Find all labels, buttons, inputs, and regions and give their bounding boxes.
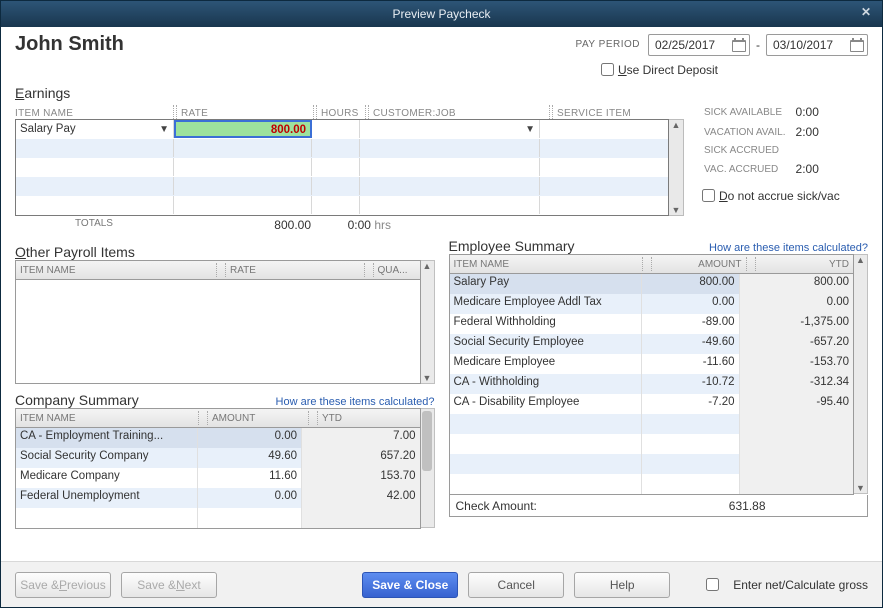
scrollbar-thumb[interactable] bbox=[422, 411, 432, 471]
totals-rate: 800.00 bbox=[173, 218, 311, 232]
table-row: CA - Employment Training...0.007.00 bbox=[16, 428, 420, 448]
earnings-grid[interactable]: Salary Pay▼ 800.00 ▼ bbox=[15, 119, 669, 216]
table-row: Federal Unemployment0.0042.00 bbox=[16, 488, 420, 508]
totals-hours: 0:00 bbox=[348, 218, 371, 232]
totals-label: TOTALS bbox=[15, 218, 173, 232]
balance-info: SICK AVAILABLE0:00 VACATION AVAIL.2:00 S… bbox=[698, 101, 825, 180]
column-resize-grip[interactable] bbox=[313, 105, 317, 119]
table-row: Salary Pay800.00800.00 bbox=[450, 274, 854, 294]
use-direct-deposit-checkbox[interactable] bbox=[601, 63, 614, 76]
col-service: SERVICE ITEM bbox=[557, 108, 684, 119]
table-row: Medicare Employee Addl Tax0.000.00 bbox=[450, 294, 854, 314]
scroll-up-icon[interactable]: ▲ bbox=[856, 255, 865, 265]
scroll-up-icon[interactable]: ▲ bbox=[423, 261, 432, 271]
table-row: Social Security Employee-49.60-657.20 bbox=[450, 334, 854, 354]
titlebar: Preview Paycheck ✕ bbox=[1, 1, 882, 27]
employee-summary-scrollbar[interactable]: ▲ ▼ bbox=[854, 254, 868, 494]
column-resize-grip[interactable] bbox=[365, 105, 369, 119]
pay-period-start[interactable]: 02/25/2017 bbox=[648, 34, 750, 56]
scroll-down-icon[interactable]: ▼ bbox=[672, 205, 681, 215]
pay-period-end[interactable]: 03/10/2017 bbox=[766, 34, 868, 56]
col-item: ITEM NAME bbox=[15, 108, 173, 119]
pay-period-label: PAY PERIOD bbox=[576, 39, 640, 50]
col-rate: RATE bbox=[181, 108, 313, 119]
col-hours: HOURS bbox=[321, 108, 365, 119]
scroll-down-icon[interactable]: ▼ bbox=[856, 483, 865, 493]
company-summary-scrollbar[interactable] bbox=[421, 408, 435, 528]
check-amount-row: Check Amount: 631.88 bbox=[449, 495, 869, 517]
other-items-grid[interactable] bbox=[15, 280, 421, 384]
table-row: Social Security Company49.60657.20 bbox=[16, 448, 420, 468]
close-icon[interactable]: ✕ bbox=[858, 5, 874, 21]
col-customer: CUSTOMER:JOB bbox=[373, 108, 549, 119]
table-row bbox=[450, 474, 854, 494]
scroll-up-icon[interactable]: ▲ bbox=[672, 120, 681, 130]
earnings-customer-cell[interactable]: ▼ bbox=[360, 120, 540, 138]
table-row: CA - Withholding-10.72-312.34 bbox=[450, 374, 854, 394]
table-row bbox=[450, 414, 854, 434]
company-summary-grid[interactable]: CA - Employment Training...0.007.00 Soci… bbox=[15, 428, 421, 529]
column-resize-grip[interactable] bbox=[173, 105, 177, 119]
enter-net-label[interactable]: Enter net/Calculate gross bbox=[733, 578, 868, 592]
earnings-item-cell[interactable]: Salary Pay▼ bbox=[16, 120, 174, 138]
save-next-button[interactable]: Save & Next bbox=[121, 572, 217, 598]
calendar-icon[interactable] bbox=[849, 37, 865, 53]
other-items-header: ITEM NAME RATE QUA... bbox=[15, 260, 421, 280]
column-resize-grip[interactable] bbox=[549, 105, 553, 119]
table-row: Federal Withholding-89.00-1,375.00 bbox=[450, 314, 854, 334]
table-row bbox=[450, 434, 854, 454]
cancel-button[interactable]: Cancel bbox=[468, 572, 564, 598]
table-row bbox=[16, 508, 420, 528]
company-calc-link[interactable]: How are these items calculated? bbox=[276, 396, 435, 408]
table-row: CA - Disability Employee-7.20-95.40 bbox=[450, 394, 854, 414]
earnings-rate-cell[interactable]: 800.00 bbox=[174, 120, 312, 138]
table-row bbox=[450, 454, 854, 474]
calendar-icon[interactable] bbox=[731, 37, 747, 53]
company-summary-header: ITEM NAME AMOUNT YTD bbox=[15, 408, 421, 428]
employee-summary-header: ITEM NAME AMOUNT YTD bbox=[449, 254, 855, 274]
other-items-scrollbar[interactable]: ▲ ▼ bbox=[421, 260, 435, 384]
table-row: Medicare Employee-11.60-153.70 bbox=[450, 354, 854, 374]
earnings-title: Earnings bbox=[15, 85, 684, 101]
employee-summary-title: Employee Summary bbox=[449, 238, 710, 254]
employee-summary-grid[interactable]: Salary Pay800.00800.00 Medicare Employee… bbox=[449, 274, 855, 495]
earnings-hours-cell[interactable] bbox=[312, 120, 360, 138]
pay-period-end-text: 03/10/2017 bbox=[773, 38, 833, 52]
pay-period-start-text: 02/25/2017 bbox=[655, 38, 715, 52]
earnings-scrollbar[interactable]: ▲ ▼ bbox=[669, 119, 684, 216]
do-not-accrue-label[interactable]: Do not accrue sick/vac bbox=[719, 189, 840, 203]
save-close-button[interactable]: Save & Close bbox=[362, 572, 458, 598]
other-items-title: Other Payroll Items bbox=[15, 244, 435, 260]
do-not-accrue-checkbox[interactable] bbox=[702, 189, 715, 202]
employee-calc-link[interactable]: How are these items calculated? bbox=[709, 242, 868, 254]
use-direct-deposit-label[interactable]: Use Direct Deposit bbox=[618, 63, 718, 77]
table-row: Medicare Company11.60153.70 bbox=[16, 468, 420, 488]
save-previous-button[interactable]: Save & Previous bbox=[15, 572, 111, 598]
help-button[interactable]: Help bbox=[574, 572, 670, 598]
window-title: Preview Paycheck bbox=[392, 7, 490, 21]
date-separator: - bbox=[756, 38, 760, 52]
earnings-service-cell[interactable] bbox=[540, 120, 668, 138]
company-summary-title: Company Summary bbox=[15, 392, 276, 408]
enter-net-checkbox[interactable] bbox=[706, 578, 719, 591]
employee-name: John Smith bbox=[15, 33, 576, 56]
chevron-down-icon[interactable]: ▼ bbox=[525, 124, 535, 135]
scroll-down-icon[interactable]: ▼ bbox=[423, 373, 432, 383]
chevron-down-icon[interactable]: ▼ bbox=[159, 124, 169, 135]
